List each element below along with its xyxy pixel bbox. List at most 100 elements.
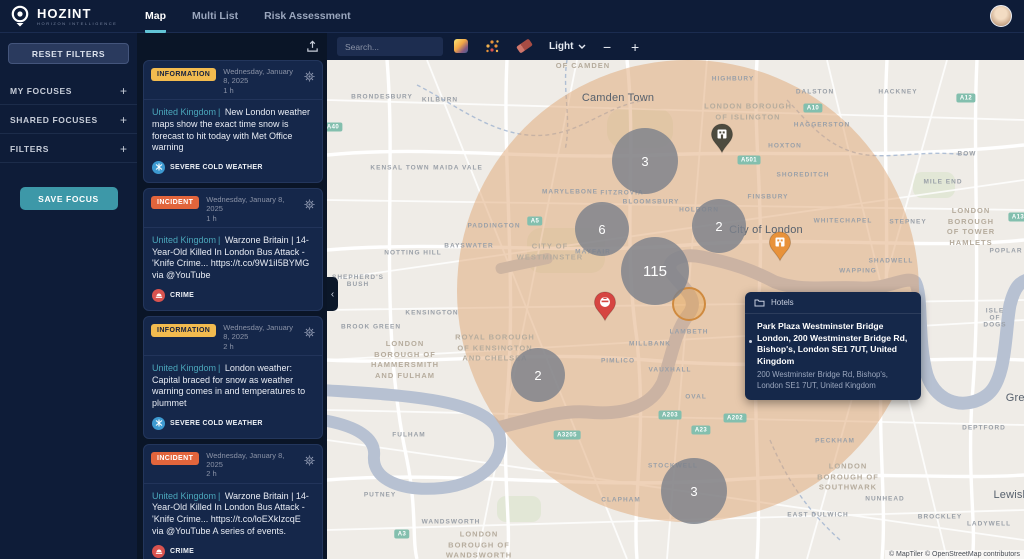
tab-risk-assessment[interactable]: Risk Assessment <box>264 0 351 33</box>
road-badge-a10: A10 <box>803 103 823 113</box>
sidebar-divider <box>0 162 137 163</box>
road-badge-a12: A12 <box>956 93 976 103</box>
nav-tabs: Map Multi List Risk Assessment <box>145 0 351 33</box>
folder-icon <box>754 299 765 307</box>
feed-card[interactable]: INCIDENT Wednesday, January 8, 2025 1 h Uni… <box>143 187 323 311</box>
road-badge-a5: A5 <box>527 216 543 226</box>
card-country-link[interactable]: United Kingdom <box>152 107 216 117</box>
search-input[interactable] <box>337 37 443 56</box>
card-date: Wednesday, January 8, 2025 <box>206 194 285 214</box>
card-text: United Kingdom | Warzone Britain | 14-Yea… <box>144 484 322 542</box>
card-dates: Wednesday, January 8, 2025 2 h <box>206 451 297 479</box>
feed-card[interactable]: INFORMATION Wednesday, January 8, 2025 2 h… <box>143 315 323 439</box>
tab-multi-list[interactable]: Multi List <box>192 0 238 33</box>
road-badge-a501: A501 <box>737 155 761 165</box>
cluster-marker[interactable]: 2 <box>511 348 565 402</box>
card-tags: CRIME <box>144 542 322 559</box>
cluster-marker[interactable]: 115 <box>621 237 689 305</box>
cluster-marker[interactable]: 3 <box>661 458 727 524</box>
card-dates: Wednesday, January 8, 2025 2 h <box>223 323 297 351</box>
tag-label: CRIME <box>170 547 195 555</box>
feed-card-list: INFORMATION Wednesday, January 8, 2025 1 h… <box>137 60 327 559</box>
reset-filters-button[interactable]: RESET FILTERS <box>8 43 129 64</box>
card-tags: SEVERE COLD WEATHER <box>144 414 322 438</box>
card-header: INCIDENT Wednesday, January 8, 2025 2 h <box>144 445 322 484</box>
bot-icon[interactable] <box>304 69 315 87</box>
add-icon[interactable]: + <box>120 84 127 98</box>
road-badge-a23: A23 <box>691 425 711 435</box>
card-age: 2 h <box>206 469 217 479</box>
card-country-link[interactable]: United Kingdom <box>152 491 216 501</box>
bot-icon[interactable] <box>304 325 315 343</box>
export-icon[interactable] <box>306 40 319 53</box>
weather-tag-icon <box>152 416 165 430</box>
card-age: 2 h <box>223 341 234 351</box>
feed-toolbar <box>137 33 327 60</box>
cluster-toggle-icon[interactable] <box>485 39 500 54</box>
event-feed: INFORMATION Wednesday, January 8, 2025 1 h… <box>137 33 327 559</box>
sidebar-item-filters[interactable]: FILTERS + <box>0 135 137 162</box>
add-icon[interactable]: + <box>120 142 127 156</box>
heatmap-layer-icon[interactable] <box>454 39 468 53</box>
card-date: Wednesday, January 8, 2025 <box>223 67 294 86</box>
chevron-down-icon <box>578 44 586 49</box>
tag-label: CRIME <box>170 291 195 299</box>
card-age: 1 h <box>206 213 217 223</box>
brand-logo[interactable]: HOZINT HORIZON INTELLIGENCE <box>0 5 137 28</box>
card-text: United Kingdom | Warzone Britain | 14-Yea… <box>144 228 322 286</box>
road-badge-a13: A13 <box>1008 212 1024 222</box>
sidebar-item-shared-focuses[interactable]: SHARED FOCUSES + <box>0 106 137 133</box>
bot-icon[interactable] <box>304 453 315 471</box>
add-icon[interactable]: + <box>120 113 127 127</box>
card-text: United Kingdom | New London weather maps … <box>144 100 322 158</box>
zoom-in-button[interactable]: + <box>631 33 639 60</box>
popup-title: Park Plaza Westminster Bridge London, 20… <box>757 321 908 366</box>
weather-tag-icon <box>152 160 165 174</box>
draw-eraser-icon[interactable] <box>516 38 533 54</box>
road-badge-a3205: A3205 <box>553 430 581 440</box>
card-type-badge: INCIDENT <box>151 451 200 465</box>
brand-tagline: HORIZON INTELLIGENCE <box>37 20 118 26</box>
hotel-popup[interactable]: Hotels Park Plaza Westminster Bridge Lon… <box>745 292 921 401</box>
popup-category: Hotels <box>771 298 794 307</box>
bot-icon[interactable] <box>304 197 315 215</box>
hozint-pin-icon <box>11 5 29 26</box>
map-style-label: Light <box>549 41 574 52</box>
card-age: 1 h <box>223 85 234 95</box>
card-country-link[interactable]: United Kingdom <box>152 363 216 373</box>
card-tags: CRIME <box>144 286 322 310</box>
zoom-out-button[interactable]: − <box>603 33 611 60</box>
filters-sidebar: RESET FILTERS MY FOCUSES + SHARED FOCUSES +… <box>0 33 137 559</box>
card-dates: Wednesday, January 8, 2025 1 h <box>206 195 297 223</box>
cluster-marker[interactable]: 6 <box>575 202 629 256</box>
sidebar-item-label: MY FOCUSES <box>10 85 73 96</box>
road-badge-a3: A3 <box>394 529 410 539</box>
feed-card[interactable]: INFORMATION Wednesday, January 8, 2025 1 h… <box>143 60 323 183</box>
incident-pin[interactable] <box>593 291 617 327</box>
landmark-pin[interactable] <box>710 123 734 159</box>
card-dates: Wednesday, January 8, 2025 1 h <box>223 67 297 95</box>
hozint-app: HOZINT HORIZON INTELLIGENCE Map Multi Lis… <box>0 0 1024 559</box>
map-canvas[interactable]: OF CAMDENCamden TownCity of LondonLewish… <box>327 60 1024 559</box>
popup-bullet <box>749 340 752 343</box>
cluster-marker[interactable]: 2 <box>692 199 746 253</box>
tag-label: SEVERE COLD WEATHER <box>170 163 263 171</box>
road-badge-a40: A40 <box>327 122 343 132</box>
feed-card[interactable]: INCIDENT Wednesday, January 8, 2025 2 h Uni… <box>143 443 323 559</box>
sidebar-divider <box>0 133 137 134</box>
card-type-badge: INFORMATION <box>151 323 217 337</box>
card-date: Wednesday, January 8, 2025 <box>206 450 285 469</box>
tab-map[interactable]: Map <box>145 0 166 33</box>
card-type-badge: INCIDENT <box>151 195 200 209</box>
hotel-pin[interactable] <box>768 231 792 267</box>
tag-label: SEVERE COLD WEATHER <box>170 419 263 427</box>
map-toolbar: Light − + <box>327 33 1024 60</box>
save-focus-button[interactable]: SAVE FOCUS <box>19 187 118 210</box>
user-avatar[interactable] <box>990 5 1012 27</box>
feed-collapse-handle[interactable]: ‹ <box>327 277 338 311</box>
sidebar-item-my-focuses[interactable]: MY FOCUSES + <box>0 77 137 104</box>
cluster-marker[interactable]: 3 <box>612 128 678 194</box>
map-style-select[interactable]: Light <box>549 33 586 60</box>
card-country-link[interactable]: United Kingdom <box>152 235 216 245</box>
map-area: Light − + <box>327 33 1024 559</box>
